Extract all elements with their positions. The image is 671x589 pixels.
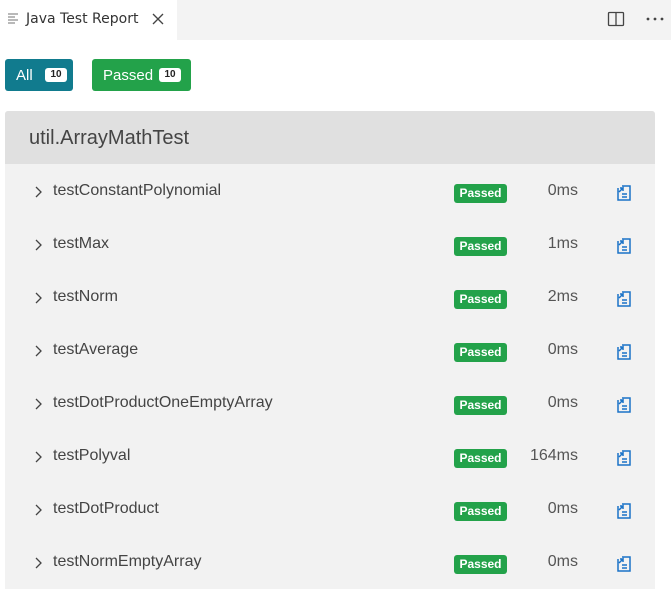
filter-all-label: All bbox=[16, 67, 33, 84]
status-badge: Passed bbox=[454, 184, 507, 203]
status-badge: Passed bbox=[454, 555, 507, 574]
test-row[interactable]: testNormEmptyArray Passed 0ms bbox=[5, 535, 655, 588]
test-duration: 0ms bbox=[547, 500, 578, 517]
go-to-file-icon[interactable] bbox=[614, 183, 634, 203]
go-to-file-icon[interactable] bbox=[614, 448, 634, 468]
test-name: testConstantPolynomial bbox=[53, 182, 222, 199]
chevron-right-icon[interactable] bbox=[33, 185, 43, 199]
test-duration: 164ms bbox=[529, 447, 578, 464]
status-badge: Passed bbox=[454, 343, 507, 362]
chevron-right-icon[interactable] bbox=[33, 397, 43, 411]
test-duration: 1ms bbox=[547, 235, 578, 252]
status-badge: Passed bbox=[454, 449, 507, 468]
suite-header[interactable]: util.ArrayMathTest bbox=[5, 111, 655, 164]
test-name: testNormEmptyArray bbox=[53, 553, 202, 570]
filter-all-count: 10 bbox=[45, 68, 67, 82]
go-to-file-icon[interactable] bbox=[614, 554, 634, 574]
more-actions-icon[interactable] bbox=[644, 10, 666, 28]
test-row[interactable]: testConstantPolynomial Passed 0ms bbox=[5, 164, 655, 217]
filter-all-button[interactable]: All 10 bbox=[5, 59, 73, 91]
tab-title: Java Test Report bbox=[26, 11, 139, 27]
filter-passed-label: Passed bbox=[103, 67, 154, 84]
test-suite-panel: util.ArrayMathTest testConstantPolynomia… bbox=[5, 111, 655, 589]
close-icon[interactable] bbox=[151, 12, 165, 26]
test-name: testDotProductOneEmptyArray bbox=[53, 394, 273, 411]
test-row[interactable]: testAverage Passed 0ms bbox=[5, 323, 655, 376]
tab-bar: Java Test Report bbox=[0, 0, 671, 40]
chevron-right-icon[interactable] bbox=[33, 344, 43, 358]
test-duration: 0ms bbox=[547, 394, 578, 411]
chevron-right-icon[interactable] bbox=[33, 556, 43, 570]
status-badge: Passed bbox=[454, 396, 507, 415]
test-duration: 0ms bbox=[547, 182, 578, 199]
go-to-file-icon[interactable] bbox=[614, 395, 634, 415]
go-to-file-icon[interactable] bbox=[614, 236, 634, 256]
test-row[interactable]: testDotProductOneEmptyArray Passed 0ms bbox=[5, 376, 655, 429]
tab-java-test-report[interactable]: Java Test Report bbox=[0, 0, 177, 40]
test-duration: 0ms bbox=[547, 553, 578, 570]
test-row[interactable]: testMax Passed 1ms bbox=[5, 217, 655, 270]
suite-title: util.ArrayMathTest bbox=[29, 127, 190, 149]
test-row[interactable]: testNorm Passed 2ms bbox=[5, 270, 655, 323]
test-name: testDotProduct bbox=[53, 500, 159, 517]
status-badge: Passed bbox=[454, 290, 507, 309]
chevron-right-icon[interactable] bbox=[33, 503, 43, 517]
status-badge: Passed bbox=[454, 237, 507, 256]
chevron-right-icon[interactable] bbox=[33, 238, 43, 252]
go-to-file-icon[interactable] bbox=[614, 289, 634, 309]
chevron-right-icon[interactable] bbox=[33, 291, 43, 305]
test-duration: 2ms bbox=[547, 288, 578, 305]
test-name: testAverage bbox=[53, 341, 139, 358]
split-editor-icon[interactable] bbox=[607, 10, 625, 28]
go-to-file-icon[interactable] bbox=[614, 342, 634, 362]
test-name: testNorm bbox=[53, 288, 118, 305]
go-to-file-icon[interactable] bbox=[614, 501, 634, 521]
status-badge: Passed bbox=[454, 502, 507, 521]
test-row[interactable]: testPolyval Passed 164ms bbox=[5, 429, 655, 482]
test-name: testMax bbox=[53, 235, 110, 252]
chevron-right-icon[interactable] bbox=[33, 450, 43, 464]
test-row[interactable]: testDotProduct Passed 0ms bbox=[5, 482, 655, 535]
filter-passed-button[interactable]: Passed 10 bbox=[92, 59, 191, 91]
test-name: testPolyval bbox=[53, 447, 131, 464]
test-duration: 0ms bbox=[547, 341, 578, 358]
report-lines-icon bbox=[8, 13, 18, 24]
filter-passed-count: 10 bbox=[159, 68, 181, 82]
